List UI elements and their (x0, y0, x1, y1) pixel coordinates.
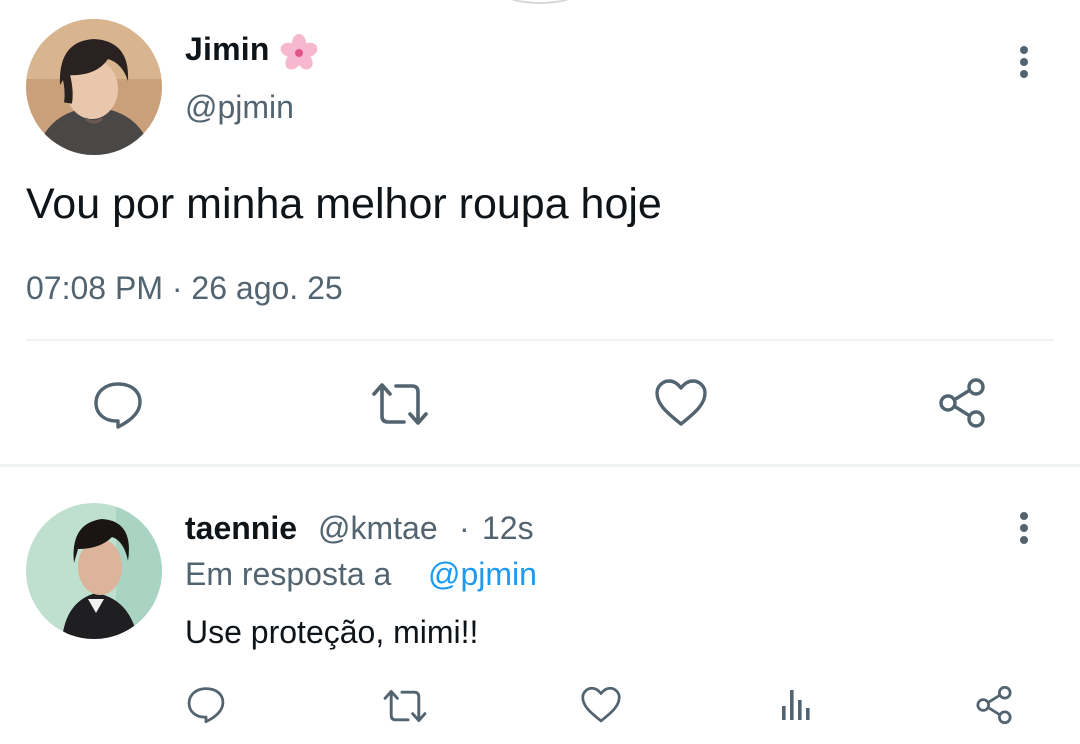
more-options-icon[interactable] (1008, 42, 1040, 82)
like-icon[interactable] (654, 378, 708, 428)
tweet-text: Vou por minha melhor roupa hoje (26, 180, 662, 228)
reply-time[interactable]: 12s (482, 510, 534, 547)
share-icon[interactable] (974, 684, 1014, 726)
share-icon[interactable] (936, 376, 988, 430)
reply-text: Use proteção, mimi!! (185, 614, 479, 650)
reply-icon[interactable] (92, 378, 144, 430)
analytics-icon[interactable] (780, 686, 814, 722)
section-divider (0, 464, 1080, 467)
more-options-icon[interactable] (1008, 508, 1040, 548)
reply-icon[interactable] (186, 684, 226, 724)
user-handle[interactable]: @pjmin (185, 89, 294, 126)
divider (26, 339, 1054, 341)
retweet-icon[interactable] (382, 686, 428, 726)
retweet-icon[interactable] (370, 378, 430, 430)
reply-handle[interactable]: @kmtae (318, 510, 438, 547)
cherry-blossom-icon (280, 34, 318, 70)
reply-display-name[interactable]: taennie (185, 510, 297, 547)
separator-dot: · (459, 510, 470, 546)
tweet-timestamp[interactable]: 07:08 PM · 26 ago. 25 (26, 270, 343, 307)
avatar[interactable] (26, 19, 162, 155)
reply-tweet[interactable] (0, 468, 1080, 744)
display-name[interactable]: Jimin (185, 31, 270, 68)
avatar[interactable] (26, 503, 162, 639)
like-icon[interactable] (580, 686, 622, 724)
mention-link[interactable]: @pjmin (428, 556, 537, 593)
in-reply-to-label: Em resposta a (185, 556, 392, 592)
main-tweet (0, 0, 1080, 468)
